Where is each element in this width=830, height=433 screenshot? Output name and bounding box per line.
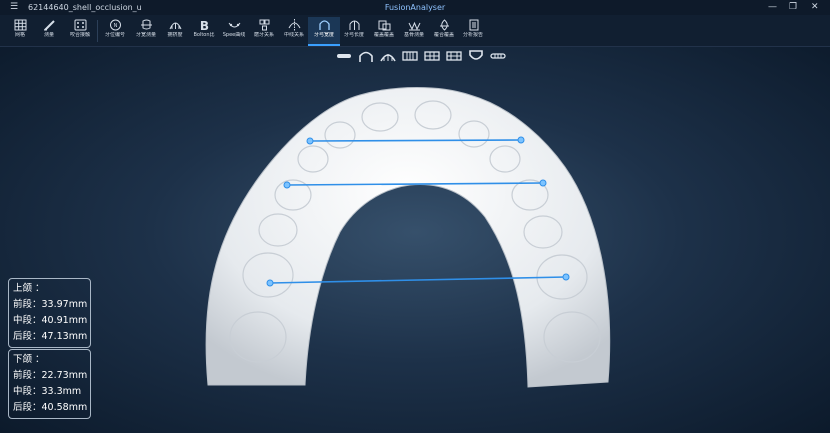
measure-point[interactable]: [539, 179, 547, 187]
toolbar-separator: [97, 20, 98, 42]
overbite-icon: [439, 19, 449, 31]
tool-basal-bone[interactable]: 基骨测量: [398, 17, 430, 44]
crowding-icon: [169, 22, 181, 30]
arch-length-icon: [349, 20, 359, 30]
midline-icon: [288, 19, 300, 31]
hamburger-menu-icon[interactable]: ☰: [10, 2, 18, 12]
main-toolbar: 网格 测量 咬合接触 N 牙位编号 牙宽测量 拥挤度 B Bolton比 Spe…: [0, 15, 830, 47]
spee-curve-icon: [228, 22, 240, 28]
arch-body: [205, 87, 611, 388]
tool-overjet[interactable]: 覆盖覆盖: [368, 17, 400, 44]
lower-middle-width: 中段：33.3mm: [13, 386, 82, 397]
basal-bone-icon: [408, 21, 420, 31]
tool-arch-length[interactable]: 牙弓长度: [338, 17, 370, 44]
tool-bolton[interactable]: B Bolton比: [188, 17, 220, 44]
measure-point[interactable]: [562, 273, 570, 281]
measure-point[interactable]: [517, 136, 525, 144]
title-bar: ☰ 62144640_shell_occlusion_u FusionAnaly…: [0, 0, 830, 15]
upper-jaw-title: 上颌 ：: [13, 283, 45, 294]
restore-icon[interactable]: ❐: [789, 2, 797, 12]
tool-measure[interactable]: 测量: [33, 17, 65, 44]
ruler-pen-icon: [43, 20, 55, 31]
tool-tooth-width[interactable]: 牙宽测量: [130, 17, 162, 44]
tool-report[interactable]: 分析报告: [457, 17, 489, 44]
measure-point[interactable]: [266, 279, 274, 287]
bolton-b-icon: B: [199, 19, 208, 31]
molar-relation-icon: [259, 19, 269, 31]
overjet-icon: [378, 20, 390, 31]
app-name: FusionAnalyser: [384, 3, 446, 12]
lower-jaw-panel: 下颌 ： 前段：22.73mm 中段：33.3mm 后段：40.58mm: [8, 349, 91, 419]
tool-occlusion-contact[interactable]: 咬合接触: [64, 17, 96, 44]
grid-icon: [14, 19, 26, 31]
tool-spee-curve[interactable]: Spee曲线: [218, 17, 250, 44]
svg-text:B: B: [199, 19, 208, 31]
3d-viewport[interactable]: 上颌 ： 前段：33.97mm 中段：40.91mm 后段：47.13mm 下颌…: [0, 47, 830, 433]
minimize-icon[interactable]: —: [768, 2, 777, 12]
dental-arch-model[interactable]: [0, 47, 830, 433]
lower-jaw-title: 下颌 ：: [13, 354, 45, 365]
occlusion-contact-icon: [74, 19, 86, 31]
anterior-width-line: [309, 139, 522, 142]
tool-overbite[interactable]: 覆合覆盖: [428, 17, 460, 44]
tool-grid[interactable]: 网格: [4, 17, 36, 44]
upper-anterior-width: 前段：33.97mm: [13, 299, 88, 310]
close-icon[interactable]: ✕: [811, 2, 819, 12]
upper-posterior-width: 后段：47.13mm: [13, 331, 88, 342]
upper-jaw-panel: 上颌 ： 前段：33.97mm 中段：40.91mm 后段：47.13mm: [8, 278, 91, 348]
tool-crowding[interactable]: 拥挤度: [159, 17, 191, 44]
file-name: 62144640_shell_occlusion_u: [28, 3, 142, 12]
tool-tooth-number[interactable]: N 牙位编号: [99, 17, 131, 44]
lower-anterior-width: 前段：22.73mm: [13, 370, 88, 381]
tooth-number-icon: N: [109, 19, 121, 31]
measure-point[interactable]: [283, 181, 291, 189]
report-icon: [469, 19, 478, 31]
arch-width-icon: [318, 20, 330, 30]
svg-text:N: N: [113, 23, 117, 29]
tool-midline[interactable]: 中线关系: [278, 17, 310, 44]
measure-point[interactable]: [306, 137, 314, 145]
upper-middle-width: 中段：40.91mm: [13, 315, 88, 326]
tooth-width-icon: [140, 19, 152, 30]
lower-posterior-width: 后段：40.58mm: [13, 402, 88, 413]
tool-molar-relation[interactable]: 磨牙关系: [248, 17, 280, 44]
tool-arch-width[interactable]: 牙弓宽度: [308, 17, 340, 46]
